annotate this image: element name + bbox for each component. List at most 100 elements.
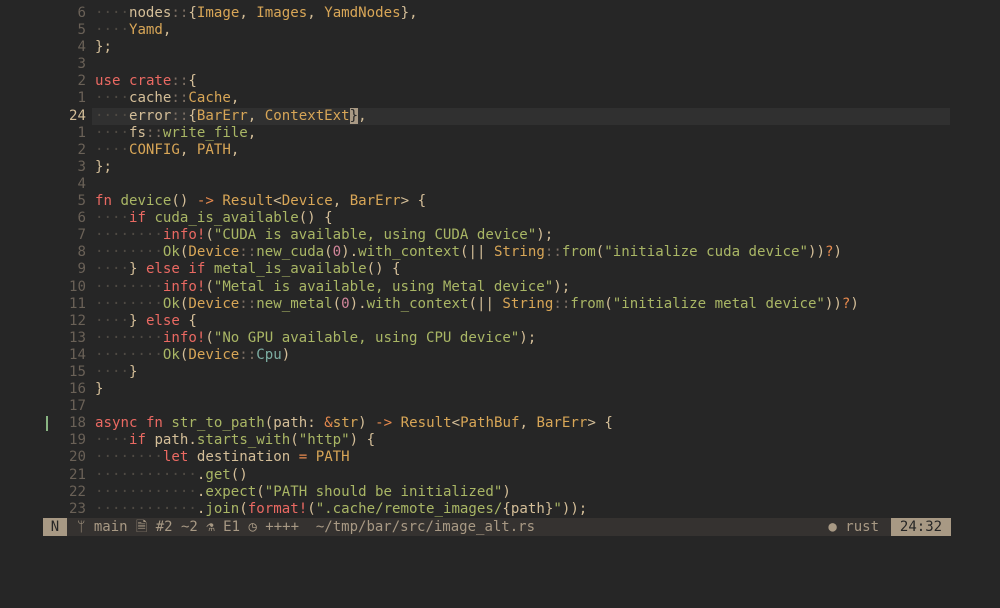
line-number: 2	[77, 141, 87, 158]
code-token: ));	[561, 500, 588, 517]
code-token: {	[188, 107, 197, 124]
code-line[interactable]: 19 ····if path.starts_with("http") {	[0, 432, 1000, 449]
code-line[interactable]: 7 ········info!("CUDA is available, using…	[0, 227, 1000, 244]
code-line[interactable]: 17	[0, 398, 1000, 415]
code-token: <	[273, 193, 282, 210]
code-token: ".cache/remote_images/	[315, 500, 503, 517]
code-token: ::	[171, 5, 189, 21]
line-code: fn device() -> Result<Device, BarErr> {	[95, 193, 426, 210]
code-token: ,	[247, 107, 265, 124]
line-number: 10	[69, 278, 86, 295]
code-token: use	[95, 73, 121, 90]
code-token: info!	[162, 278, 206, 295]
code-line[interactable]: 18 async fn str_to_path(path: &str) -> Re…	[0, 415, 1000, 432]
line-code: use crate::{	[95, 73, 197, 90]
code-line[interactable]: 10 ········info!("Metal is available, usi…	[0, 279, 1000, 296]
code-token: Device	[188, 346, 240, 363]
code-line[interactable]: 9 ····} else if metal_is_available() {	[0, 261, 1000, 278]
code-token: ::	[145, 124, 163, 141]
code-line[interactable]: 6 ····if cuda_is_available() {	[0, 210, 1000, 227]
code-token: {	[188, 73, 197, 90]
code-line[interactable]: 1 ····cache::Cache,	[0, 90, 1000, 107]
code-token: expect	[205, 483, 257, 500]
code-token: ,	[230, 141, 240, 158]
code-line[interactable]: 15 ····}	[0, 364, 1000, 381]
code-token: =	[298, 449, 308, 466]
code-token: "initialize cuda device"	[604, 244, 808, 261]
code-line[interactable]: 2 use crate::{	[0, 73, 1000, 90]
line-code: ····CONFIG, PATH,	[95, 142, 239, 159]
code-line[interactable]: 1 ····fs::write_file,	[0, 125, 1000, 142]
code-line[interactable]: 5 fn device() -> Result<Device, BarErr> {	[0, 193, 1000, 210]
status-line: N ᛘ main 🗎 #2 ~2 ⚗ E1 ◷ ++++ ~/tmp/bar/s…	[43, 518, 951, 536]
code-line[interactable]: 14 ········Ok(Device::Cpu)	[0, 347, 1000, 364]
code-token: (	[324, 244, 333, 261]
line-code: };	[95, 39, 112, 56]
code-token: Image	[196, 5, 240, 21]
git-branch-icon: ᛘ	[77, 519, 94, 535]
code-token: metal_is_available	[213, 261, 367, 278]
line-code: ············.expect("PATH should be init…	[95, 484, 511, 501]
line-number: 4	[77, 175, 87, 192]
code-line[interactable]: 11 ········Ok(Device::new_metal(0).with_c…	[0, 296, 1000, 313]
code-token: ····	[95, 90, 129, 107]
code-line[interactable]: 5 ····Yamd,	[0, 22, 1000, 39]
code-line[interactable]: 12 ····} else {	[0, 313, 1000, 330]
code-line[interactable]: 2 ····CONFIG, PATH,	[0, 142, 1000, 159]
code-token: ········	[95, 295, 163, 312]
code-line[interactable]: 4	[0, 176, 1000, 193]
status-left: ᛘ main 🗎 #2 ~2 ⚗ E1 ◷ ++++ ~/tmp/bar/src…	[77, 518, 535, 536]
code-token: async	[95, 415, 138, 432]
line-number: 14	[69, 346, 86, 363]
line-code: ····nodes::{Image, Images, YamdNodes},	[95, 5, 418, 22]
line-number: 3	[77, 56, 87, 73]
code-token: PATH	[315, 449, 350, 466]
code-token: ::	[171, 73, 189, 90]
code-line[interactable]: 3};	[0, 159, 1000, 176]
code-token: YamdNodes	[324, 5, 401, 21]
code-line[interactable]: 21 ············.get()	[0, 467, 1000, 484]
code-token: get	[205, 466, 231, 483]
code-token: ····	[95, 261, 129, 278]
code-line[interactable]: 24 ····error::{BarErr, ContextExt},	[0, 107, 1000, 125]
code-token: "http"	[298, 432, 350, 449]
code-token: ->	[196, 193, 214, 210]
buffer-number: #2	[155, 519, 173, 535]
code-line[interactable]: 3	[0, 56, 1000, 73]
code-token: ········	[95, 227, 163, 244]
code-line[interactable]: 13 ········info!("No GPU available, using…	[0, 330, 1000, 347]
code-token: Images	[256, 5, 308, 21]
code-line[interactable]: 20 ········let destination = PATH	[0, 449, 1000, 466]
code-token: ,	[230, 90, 240, 107]
line-code: ····error::{BarErr, ContextExt},	[95, 107, 367, 125]
code-token: ::	[239, 295, 257, 312]
code-line[interactable]: 6 ····nodes::{Image, Images, YamdNodes},	[0, 5, 1000, 22]
code-token: starts_with	[196, 432, 291, 449]
code-token: ····	[95, 107, 129, 124]
code-token: from	[561, 244, 596, 261]
code-editor[interactable]: 6 ····nodes::{Image, Images, YamdNodes}, 5…	[0, 5, 1000, 518]
code-token: ····	[95, 432, 129, 449]
line-number: 5	[77, 22, 87, 39]
code-token: ,	[162, 22, 172, 39]
line-number: 16	[69, 381, 86, 398]
code-line[interactable]: 16}	[0, 381, 1000, 398]
code-token: ········	[95, 449, 163, 466]
code-token: () {	[298, 210, 333, 227]
code-token: ····	[95, 22, 129, 39]
code-token: BarErr	[196, 107, 248, 124]
code-line[interactable]: 8 ········Ok(Device::new_cuda(0).with_con…	[0, 244, 1000, 261]
code-token: > {	[400, 193, 427, 210]
line-code: ····} else if metal_is_available() {	[95, 261, 401, 278]
code-line[interactable]: 22 ············.expect("PATH should be in…	[0, 484, 1000, 501]
code-token: }	[128, 312, 146, 329]
line-number: 15	[69, 363, 86, 380]
code-line[interactable]: 23 ············.join(format!(".cache/remo…	[0, 501, 1000, 518]
code-line[interactable]: 4};	[0, 39, 1000, 56]
code-token: BarErr	[349, 193, 401, 210]
line-code: ····Yamd,	[95, 22, 171, 39]
diff-count: ~2	[180, 519, 198, 535]
